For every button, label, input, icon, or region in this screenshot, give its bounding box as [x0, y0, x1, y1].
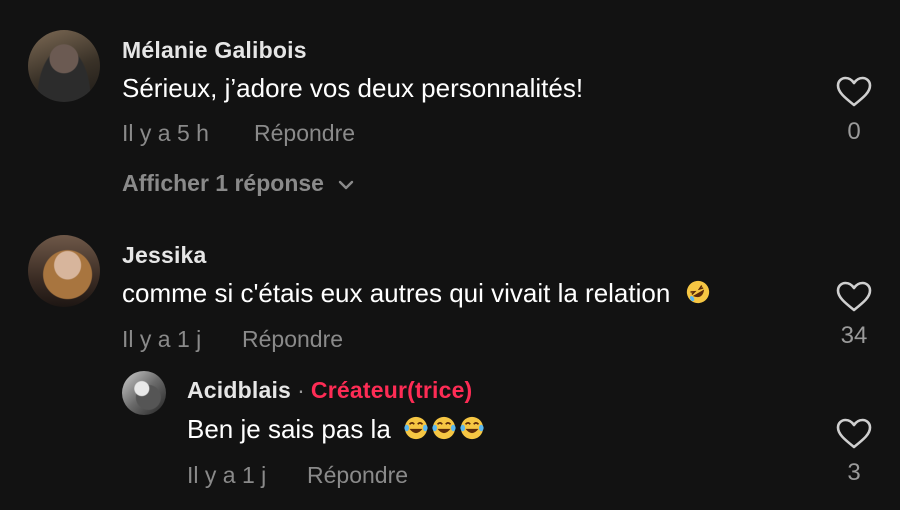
comment-text-line: Ben je sais pas la	[187, 414, 486, 445]
creator-badge: Créateur(trice)	[310, 377, 473, 403]
like-count: 34	[840, 322, 868, 349]
avatar[interactable]	[28, 30, 100, 102]
show-replies-button[interactable]: Afficher 1 réponse	[122, 170, 354, 197]
heart-icon[interactable]	[836, 281, 872, 313]
comment-text: Sérieux, j’adore vos deux personnalités!	[122, 73, 584, 103]
separator: ·	[297, 377, 305, 403]
show-replies-label: Afficher 1 réponse	[122, 170, 324, 196]
heart-icon[interactable]	[836, 418, 872, 450]
avatar[interactable]	[122, 371, 166, 415]
comment-timestamp: Il y a 5 h	[122, 120, 209, 146]
reply-button[interactable]: Répondre	[242, 326, 343, 353]
like-count: 0	[847, 118, 861, 145]
comment-timestamp: Il y a 1 j	[122, 326, 202, 352]
reply-button[interactable]: Répondre	[307, 462, 408, 489]
reply-header: Acidblais · Créateur(trice)	[187, 377, 472, 404]
like-count: 3	[847, 459, 861, 486]
comment-text-line: comme si c'étais eux autres qui vivait l…	[122, 278, 712, 309]
tears-of-joy-emoji-icon	[402, 414, 486, 444]
avatar[interactable]	[28, 235, 100, 307]
comment-text: comme si c'étais eux autres qui vivait l…	[122, 278, 671, 308]
comment-username[interactable]: Acidblais	[187, 377, 291, 403]
comment-username[interactable]: Mélanie Galibois	[122, 37, 307, 64]
rolling-laughing-emoji-icon	[686, 280, 709, 304]
chevron-down-icon	[339, 180, 354, 190]
heart-icon[interactable]	[836, 76, 872, 108]
reply-button[interactable]: Répondre	[254, 120, 355, 147]
comment-text: Ben je sais pas la	[187, 414, 391, 444]
comment-username[interactable]: Jessika	[122, 242, 207, 269]
comment-timestamp: Il y a 1 j	[187, 462, 267, 488]
